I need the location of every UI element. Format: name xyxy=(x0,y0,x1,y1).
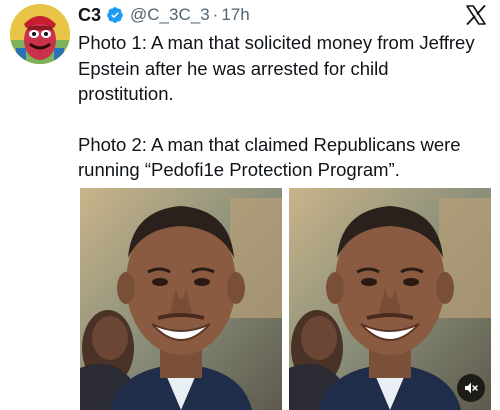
tweet-card: C3 @C_3C_3 · 17h Photo 1: A man that sol… xyxy=(0,0,500,410)
tweet-paragraph-2: Photo 2: A man that claimed Republicans … xyxy=(78,133,461,181)
author-display-name[interactable]: C3 xyxy=(78,5,101,26)
author-avatar[interactable] xyxy=(10,4,70,64)
verified-badge-icon xyxy=(107,7,123,23)
mute-toggle-button[interactable] xyxy=(457,374,485,402)
post-timestamp[interactable]: 17h xyxy=(221,5,249,25)
media-grid xyxy=(80,188,492,410)
photo-2[interactable] xyxy=(289,188,491,410)
muted-speaker-icon xyxy=(465,382,478,394)
author-handle[interactable]: @C_3C_3 xyxy=(130,5,210,25)
tweet-text: Photo 1: A man that solicited money from… xyxy=(78,30,488,183)
tweet-header: C3 @C_3C_3 · 17h xyxy=(78,2,250,28)
header-separator: · xyxy=(212,5,219,24)
x-logo-icon xyxy=(466,5,486,25)
tweet-paragraph-1: Photo 1: A man that solicited money from… xyxy=(78,32,475,104)
photo-1[interactable] xyxy=(80,188,282,410)
